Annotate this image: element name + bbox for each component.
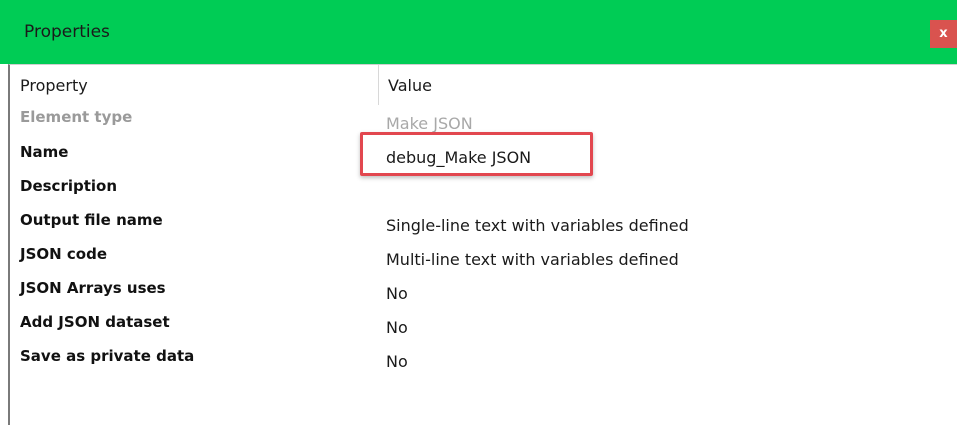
header-value[interactable]: Value [388,76,432,95]
properties-grid: Property Value Element type Make JSON Na… [8,64,957,425]
property-value[interactable]: Single-line text with variables defined [386,216,689,235]
row-add-json-dataset[interactable]: Add JSON dataset No [10,309,957,343]
close-button[interactable]: x [930,20,957,48]
row-json-code[interactable]: JSON code Multi-line text with variables… [10,241,957,275]
property-label: Element type [20,108,133,126]
column-divider[interactable] [378,65,379,105]
property-value[interactable]: No [386,318,408,337]
property-value[interactable]: No [386,284,408,303]
property-label: Save as private data [20,347,195,365]
highlight-annotation [360,132,593,176]
row-output-file-name[interactable]: Output file name Single-line text with v… [10,207,957,241]
properties-window: Properties x Property Value Element type… [0,0,957,425]
property-value: Make JSON [386,114,473,133]
row-save-as-private-data[interactable]: Save as private data No [10,343,957,377]
header-property[interactable]: Property [20,76,88,95]
grid-header: Property Value [10,65,957,105]
property-label: Output file name [20,211,163,229]
row-json-arrays-uses[interactable]: JSON Arrays uses No [10,275,957,309]
property-value[interactable]: Multi-line text with variables defined [386,250,679,269]
property-label: Description [20,177,118,195]
title-bar[interactable]: Properties x [0,0,957,64]
row-description[interactable]: Description [10,173,957,207]
property-label: JSON Arrays uses [20,279,166,297]
window-title: Properties [24,22,110,42]
property-label: Name [20,143,69,161]
property-label: Add JSON dataset [20,313,170,331]
property-value[interactable]: No [386,352,408,371]
property-label: JSON code [20,245,108,263]
